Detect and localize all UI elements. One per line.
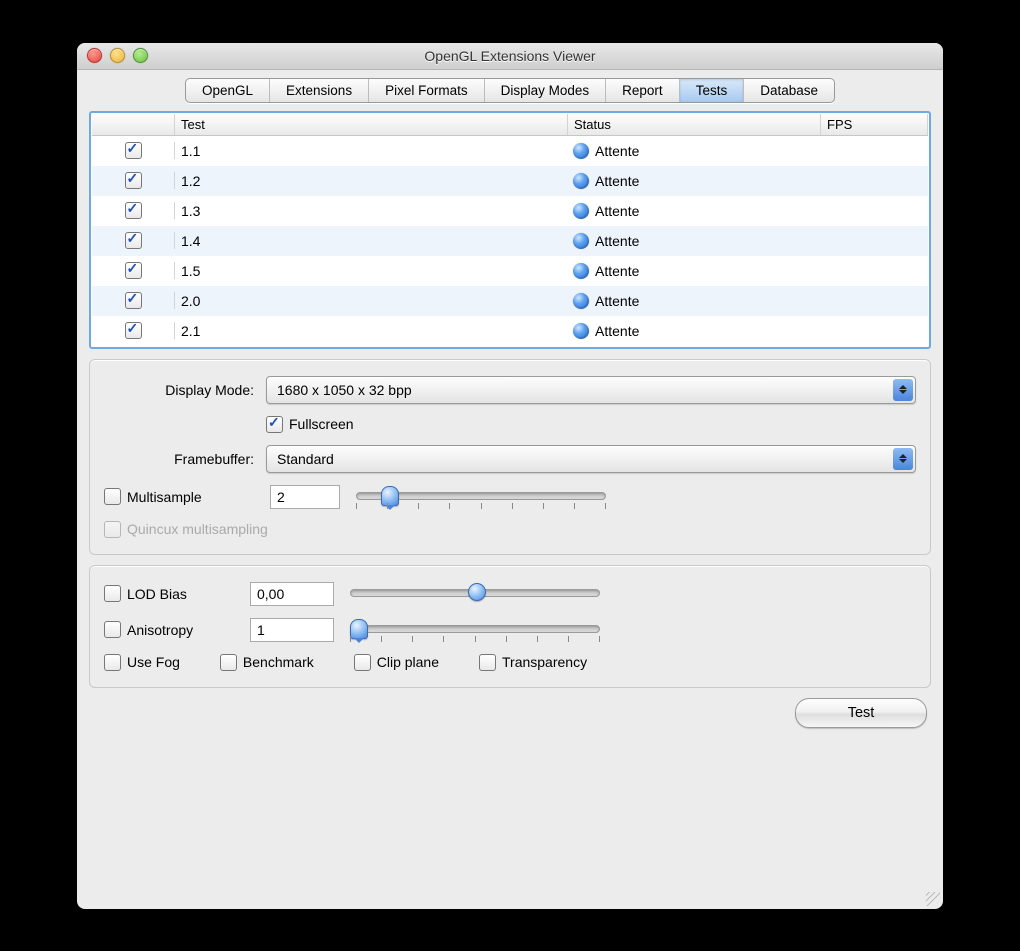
test-version-cell: 2.0 (175, 293, 567, 309)
row-checkbox[interactable] (125, 142, 142, 159)
display-mode-value: 1680 x 1050 x 32 bpp (277, 382, 412, 398)
row-checkbox[interactable] (125, 172, 142, 189)
framebuffer-value: Standard (277, 451, 334, 467)
lodbias-checkbox[interactable] (104, 585, 121, 602)
fullscreen-checkbox[interactable] (266, 416, 283, 433)
test-version-cell: 1.4 (175, 233, 567, 249)
status-ball-icon (573, 293, 589, 309)
table-row[interactable]: 2.0 Attente (92, 286, 928, 316)
close-icon[interactable] (87, 48, 102, 63)
status-text: Attente (595, 143, 639, 159)
table-row[interactable]: 2.1 Attente (92, 316, 928, 346)
anisotropy-slider[interactable] (350, 618, 600, 642)
lodbias-input[interactable] (250, 582, 334, 606)
tab-pixel-formats[interactable]: Pixel Formats (369, 79, 485, 102)
status-text: Attente (595, 323, 639, 339)
framebuffer-popup[interactable]: Standard (266, 445, 916, 473)
row-checkbox[interactable] (125, 202, 142, 219)
display-mode-popup[interactable]: 1680 x 1050 x 32 bpp (266, 376, 916, 404)
test-version-cell: 1.2 (175, 173, 567, 189)
display-mode-label: Display Mode: (104, 382, 254, 398)
anisotropy-input[interactable] (250, 618, 334, 642)
test-version-cell: 1.1 (175, 143, 567, 159)
tab-bar: OpenGLExtensionsPixel FormatsDisplay Mod… (77, 70, 943, 103)
tab-database[interactable]: Database (744, 79, 834, 102)
table-row[interactable]: 1.2 Attente (92, 166, 928, 196)
framebuffer-label: Framebuffer: (104, 451, 254, 467)
transparency-checkbox[interactable] (479, 654, 496, 671)
multisample-slider[interactable] (356, 485, 606, 509)
status-text: Attente (595, 293, 639, 309)
tab-opengl[interactable]: OpenGL (186, 79, 270, 102)
row-checkbox[interactable] (125, 262, 142, 279)
status-ball-icon (573, 233, 589, 249)
test-version-cell: 2.1 (175, 323, 567, 339)
lodbias-label: LOD Bias (127, 586, 187, 602)
tab-report[interactable]: Report (606, 79, 680, 102)
table-row[interactable]: 1.4 Attente (92, 226, 928, 256)
anisotropy-label: Anisotropy (127, 622, 193, 638)
anisotropy-checkbox[interactable] (104, 621, 121, 638)
benchmark-label: Benchmark (243, 654, 314, 670)
quincux-label: Quincux multisampling (127, 521, 268, 537)
table-row[interactable]: 1.3 Attente (92, 196, 928, 226)
app-window: OpenGL Extensions Viewer OpenGLExtension… (77, 43, 943, 909)
column-header-status[interactable]: Status (568, 114, 821, 135)
tab-extensions[interactable]: Extensions (270, 79, 369, 102)
test-version-cell: 1.5 (175, 263, 567, 279)
status-text: Attente (595, 233, 639, 249)
multisample-label: Multisample (127, 489, 202, 505)
status-ball-icon (573, 203, 589, 219)
multisample-checkbox[interactable] (104, 488, 121, 505)
status-text: Attente (595, 263, 639, 279)
resize-grip-icon[interactable] (926, 892, 940, 906)
tests-table: Test Status FPS 1.1 Attente 1.2 Attente 1.3 A… (89, 111, 931, 349)
render-settings-group: LOD Bias Anisotropy (89, 565, 931, 688)
clipplane-label: Clip plane (377, 654, 439, 670)
status-ball-icon (573, 263, 589, 279)
tab-tests[interactable]: Tests (680, 79, 745, 102)
status-text: Attente (595, 203, 639, 219)
lodbias-slider[interactable] (350, 582, 600, 606)
zoom-icon[interactable] (133, 48, 148, 63)
row-checkbox[interactable] (125, 232, 142, 249)
status-text: Attente (595, 173, 639, 189)
row-checkbox[interactable] (125, 292, 142, 309)
transparency-label: Transparency (502, 654, 587, 670)
row-checkbox[interactable] (125, 322, 142, 339)
status-ball-icon (573, 143, 589, 159)
minimize-icon[interactable] (110, 48, 125, 63)
status-ball-icon (573, 323, 589, 339)
clipplane-checkbox[interactable] (354, 654, 371, 671)
fullscreen-label: Fullscreen (289, 416, 354, 432)
popup-arrows-icon (893, 379, 913, 401)
titlebar: OpenGL Extensions Viewer (77, 43, 943, 70)
window-title: OpenGL Extensions Viewer (77, 48, 943, 64)
test-version-cell: 1.3 (175, 203, 567, 219)
display-settings-group: Display Mode: 1680 x 1050 x 32 bpp Fulls… (89, 359, 931, 555)
multisample-input[interactable] (270, 485, 340, 509)
table-row[interactable]: 1.1 Attente (92, 136, 928, 166)
status-ball-icon (573, 173, 589, 189)
column-header-test[interactable]: Test (175, 114, 568, 135)
table-row[interactable]: 1.5 Attente (92, 256, 928, 286)
popup-arrows-icon (893, 448, 913, 470)
usefog-checkbox[interactable] (104, 654, 121, 671)
test-button[interactable]: Test (795, 698, 927, 728)
tab-display-modes[interactable]: Display Modes (485, 79, 607, 102)
column-header-fps[interactable]: FPS (821, 114, 928, 135)
benchmark-checkbox[interactable] (220, 654, 237, 671)
usefog-label: Use Fog (127, 654, 180, 670)
quincux-checkbox (104, 521, 121, 538)
